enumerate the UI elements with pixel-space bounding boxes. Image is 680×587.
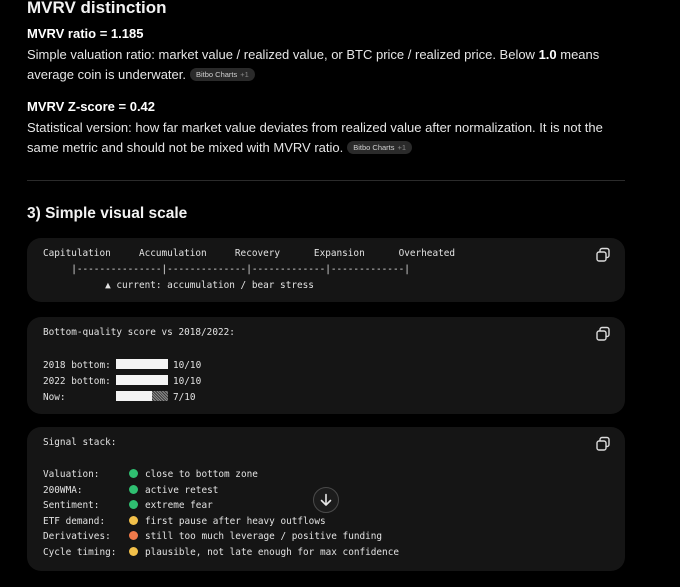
signal-text: close to bottom zone xyxy=(145,469,258,480)
scroll-to-bottom-button[interactable] xyxy=(313,487,339,513)
mvrv-z-text: Statistical version: how far market valu… xyxy=(27,120,603,155)
source-pill[interactable]: Bitbo Charts +1 xyxy=(347,141,413,154)
status-green-icon xyxy=(129,469,138,478)
scale-ruler: |---------------|--------------|--------… xyxy=(43,264,410,275)
score-row: 2022 bottom: 10/10 xyxy=(43,375,201,387)
score-label: Now: xyxy=(43,392,66,403)
scale-labels: Capitulation Accumulation Recovery Expan… xyxy=(43,248,456,259)
scale-section-title: 3) Simple visual scale xyxy=(27,205,188,222)
status-green-icon xyxy=(129,484,138,494)
score-value: 7/10 xyxy=(173,392,196,403)
score-bar-fill xyxy=(116,391,152,401)
signal-text: plausible, not late enough for max confi… xyxy=(145,547,399,558)
source-pill[interactable]: Bitbo Charts +1 xyxy=(189,68,255,81)
status-yellow-icon xyxy=(129,515,138,525)
status-yellow-icon xyxy=(129,547,138,556)
score-bar-fill xyxy=(116,375,168,385)
source-pill-label: Bitbo Charts xyxy=(353,143,395,152)
status-orange-icon xyxy=(129,531,138,541)
arrow-down-icon xyxy=(320,493,332,506)
section-title: MVRV distinction xyxy=(27,0,167,17)
signal-label: Cycle timing: xyxy=(43,547,117,558)
signal-label: 200WMA: xyxy=(43,484,83,496)
signal-label: Sentiment: xyxy=(43,500,100,512)
score-row: 2018 bottom: 10/10 xyxy=(43,359,201,371)
code-block-scale: Capitulation Accumulation Recovery Expan… xyxy=(27,238,625,302)
scale-pointer: ▲ current: accumulation / bear stress xyxy=(43,280,314,291)
mvrv-z-heading: MVRV Z-score = 0.42 xyxy=(27,99,156,114)
source-pill-label: Bitbo Charts xyxy=(195,70,238,79)
score-value: 10/10 xyxy=(173,376,202,387)
signal-text: active retest xyxy=(145,484,219,496)
signal-label: Derivatives: xyxy=(43,531,111,543)
signal-row: ETF demand: first pause after heavy outfl… xyxy=(43,515,326,527)
signal-row: 200WMA: active retest xyxy=(43,484,219,496)
score-bar-fill xyxy=(116,359,168,369)
score-label: 2018 bottom: xyxy=(43,360,111,371)
signal-text: still too much leverage / positive fundi… xyxy=(145,531,383,543)
mvrv-z-paragraph: Statistical version: how far market valu… xyxy=(27,118,625,158)
status-green-icon xyxy=(129,500,138,510)
signal-text: first pause after heavy outflows xyxy=(145,515,326,527)
signal-label: ETF demand: xyxy=(43,515,106,527)
source-pill-count: +1 xyxy=(240,70,249,79)
signal-row: Derivatives: still too much leverage / po… xyxy=(43,531,382,542)
score-bar-empty xyxy=(152,391,168,401)
copy-icon[interactable] xyxy=(595,326,611,342)
divider xyxy=(27,180,625,181)
copy-icon[interactable] xyxy=(595,247,611,263)
mvrv-ratio-bold: 1.0 xyxy=(538,47,557,62)
score-title: Bottom-quality score vs 2018/2022: xyxy=(43,327,235,338)
code-block-score: Bottom-quality score vs 2018/2022: 2018 … xyxy=(27,317,625,414)
mvrv-ratio-text-1: Simple valuation ratio: market value / r… xyxy=(27,47,539,62)
score-bar xyxy=(116,375,168,385)
signal-title: Signal stack: xyxy=(43,437,117,448)
signal-text: extreme fear xyxy=(145,500,213,512)
mvrv-ratio-paragraph: Simple valuation ratio: market value / r… xyxy=(27,45,625,85)
signal-row: Valuation: close to bottom zone xyxy=(43,469,258,480)
score-bar xyxy=(116,391,168,401)
score-row: Now: 7/10 xyxy=(43,391,196,403)
signal-row: Cycle timing: plausible, not late enough … xyxy=(43,547,399,558)
score-label: 2022 bottom: xyxy=(43,376,111,387)
mvrv-ratio-heading: MVRV ratio = 1.185 xyxy=(27,26,144,41)
signal-row: Sentiment: extreme fear xyxy=(43,500,213,511)
copy-icon[interactable] xyxy=(595,436,611,452)
score-value: 10/10 xyxy=(173,360,202,371)
source-pill-count: +1 xyxy=(397,143,407,152)
signal-label: Valuation: xyxy=(43,469,100,480)
score-bar xyxy=(116,359,168,369)
